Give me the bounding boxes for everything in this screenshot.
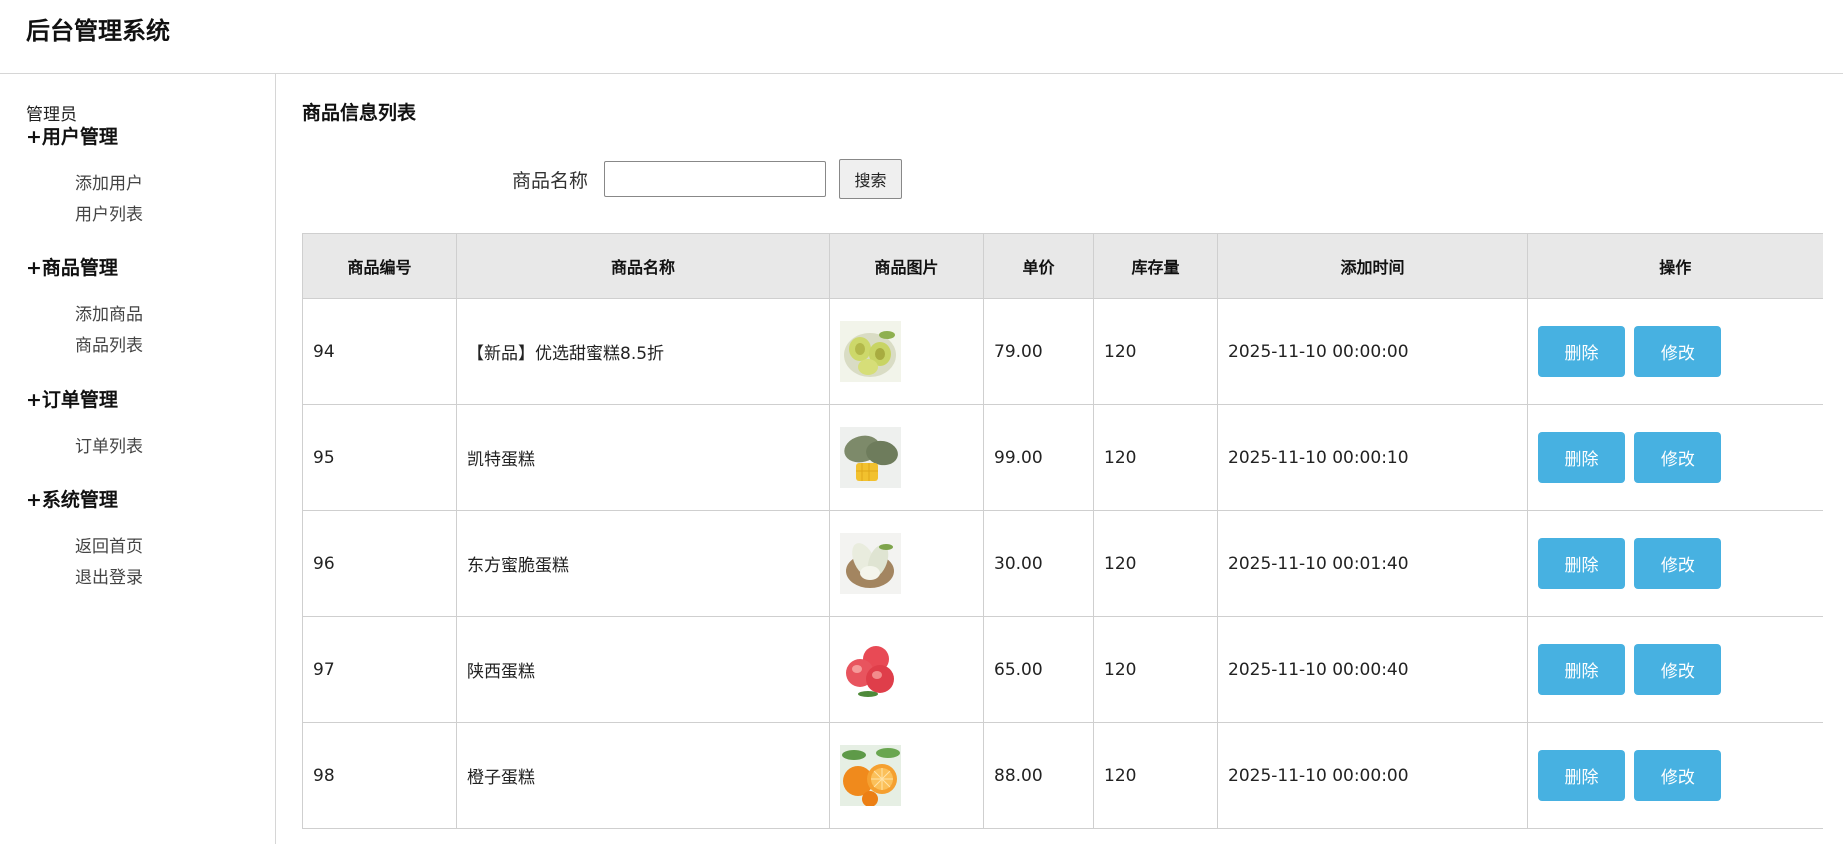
cell-image xyxy=(829,616,984,723)
cell-actions: 删除 修改 xyxy=(1527,404,1823,511)
column-header-id: 商品编号 xyxy=(302,233,457,299)
menu-group-title-users[interactable]: +用户管理 xyxy=(26,124,143,150)
column-header-name: 商品名称 xyxy=(456,233,830,299)
cell-actions: 删除 修改 xyxy=(1527,616,1823,723)
goods-table: 商品编号 商品名称 商品图片 单价 库存量 添加时间 操作 94 【新品】优选甜… xyxy=(302,233,1823,829)
delete-button[interactable]: 删除 xyxy=(1538,644,1625,695)
cell-image xyxy=(829,298,984,405)
delete-button[interactable]: 删除 xyxy=(1538,432,1625,483)
main-content: 商品信息列表 商品名称 搜索 商品编号 商品名称 商品图片 单价 库存量 添加时… xyxy=(276,74,1843,844)
cell-stock: 120 xyxy=(1093,510,1218,617)
pear-slice-image xyxy=(840,321,901,382)
mango-image xyxy=(840,427,901,488)
delete-button[interactable]: 删除 xyxy=(1538,750,1625,801)
cell-id: 95 xyxy=(302,404,457,511)
cell-price: 65.00 xyxy=(983,616,1094,723)
sidebar: 管理员 +用户管理 添加用户 用户列表 +商品管理 添加商品 商品列表 +订单管… xyxy=(0,74,276,844)
sidebar-item-user-list[interactable]: 用户列表 xyxy=(75,200,143,231)
edit-button[interactable]: 修改 xyxy=(1634,750,1722,801)
column-header-stock: 库存量 xyxy=(1093,233,1218,299)
cell-name: 橙子蛋糕 xyxy=(456,722,830,829)
table-header-row: 商品编号 商品名称 商品图片 单价 库存量 添加时间 操作 xyxy=(302,233,1823,299)
orange-image xyxy=(840,745,901,806)
cell-time: 2025-11-10 00:00:00 xyxy=(1217,298,1528,405)
sidebar-item-home[interactable]: 返回首页 xyxy=(75,532,143,563)
sidebar-item-logout[interactable]: 退出登录 xyxy=(75,563,143,594)
sidebar-item-add-goods[interactable]: 添加商品 xyxy=(75,300,143,331)
cell-actions: 删除 修改 xyxy=(1527,298,1823,405)
cell-image xyxy=(829,722,984,829)
sidebar-item-add-user[interactable]: 添加用户 xyxy=(75,169,143,200)
melon-image xyxy=(840,533,901,594)
cell-time: 2025-11-10 00:01:40 xyxy=(1217,510,1528,617)
cell-time: 2025-11-10 00:00:40 xyxy=(1217,616,1528,723)
table-row: 95 凯特蛋糕 99.00 120 2025-11-10 00:00:10 删除… xyxy=(302,404,1823,511)
menu-group-orders: +订单管理 订单列表 xyxy=(26,387,143,463)
delete-button[interactable]: 删除 xyxy=(1538,538,1625,589)
table-row: 97 陕西蛋糕 65.00 120 2025-11-10 00:00:40 删除… xyxy=(302,616,1823,723)
cell-price: 30.00 xyxy=(983,510,1094,617)
admin-label: 管理员 xyxy=(26,105,77,125)
cell-image xyxy=(829,404,984,511)
cell-image xyxy=(829,510,984,617)
edit-button[interactable]: 修改 xyxy=(1634,538,1722,589)
menu-group-title-system[interactable]: +系统管理 xyxy=(26,487,143,513)
edit-button[interactable]: 修改 xyxy=(1634,432,1722,483)
menu-group-system: +系统管理 返回首页 退出登录 xyxy=(26,487,143,594)
cell-price: 99.00 xyxy=(983,404,1094,511)
table-row: 94 【新品】优选甜蜜糕8.5折 79.00 120 2025-11-10 00… xyxy=(302,298,1823,405)
sidebar-item-order-list[interactable]: 订单列表 xyxy=(75,432,143,463)
cell-name: 陕西蛋糕 xyxy=(456,616,830,723)
edit-button[interactable]: 修改 xyxy=(1634,326,1722,377)
apple-image xyxy=(840,639,901,700)
cell-id: 97 xyxy=(302,616,457,723)
page-title: 商品信息列表 xyxy=(302,102,417,124)
cell-stock: 120 xyxy=(1093,616,1218,723)
search-label: 商品名称 xyxy=(512,170,589,192)
cell-stock: 120 xyxy=(1093,298,1218,405)
column-header-time: 添加时间 xyxy=(1217,233,1528,299)
cell-time: 2025-11-10 00:00:10 xyxy=(1217,404,1528,511)
column-header-price: 单价 xyxy=(983,233,1094,299)
cell-stock: 120 xyxy=(1093,722,1218,829)
table-row: 96 东方蜜脆蛋糕 30.00 120 2025-11-10 00:01:40 xyxy=(302,510,1823,617)
menu-group-goods: +商品管理 添加商品 商品列表 xyxy=(26,255,143,362)
cell-id: 94 xyxy=(302,298,457,405)
top-header: 后台管理系统 xyxy=(0,0,1843,74)
cell-price: 88.00 xyxy=(983,722,1094,829)
cell-actions: 删除 修改 xyxy=(1527,722,1823,829)
app-title: 后台管理系统 xyxy=(26,17,170,45)
cell-price: 79.00 xyxy=(983,298,1094,405)
cell-name: 【新品】优选甜蜜糕8.5折 xyxy=(456,298,830,405)
cell-time: 2025-11-10 00:00:00 xyxy=(1217,722,1528,829)
cell-name: 东方蜜脆蛋糕 xyxy=(456,510,830,617)
menu-group-title-goods[interactable]: +商品管理 xyxy=(26,255,143,281)
cell-stock: 120 xyxy=(1093,404,1218,511)
search-button[interactable]: 搜索 xyxy=(839,159,902,199)
menu-group-users: +用户管理 添加用户 用户列表 xyxy=(26,124,143,231)
cell-id: 98 xyxy=(302,722,457,829)
search-input[interactable] xyxy=(604,161,826,197)
cell-name: 凯特蛋糕 xyxy=(456,404,830,511)
column-header-actions: 操作 xyxy=(1527,233,1823,299)
table-row: 98 橙子蛋糕 88.00 120 2025-11-10 00:00:00 删除… xyxy=(302,722,1823,829)
cell-id: 96 xyxy=(302,510,457,617)
menu-group-title-orders[interactable]: +订单管理 xyxy=(26,387,143,413)
delete-button[interactable]: 删除 xyxy=(1538,326,1625,377)
column-header-image: 商品图片 xyxy=(829,233,984,299)
edit-button[interactable]: 修改 xyxy=(1634,644,1722,695)
sidebar-item-goods-list[interactable]: 商品列表 xyxy=(75,331,143,362)
cell-actions: 删除 修改 xyxy=(1527,510,1823,617)
